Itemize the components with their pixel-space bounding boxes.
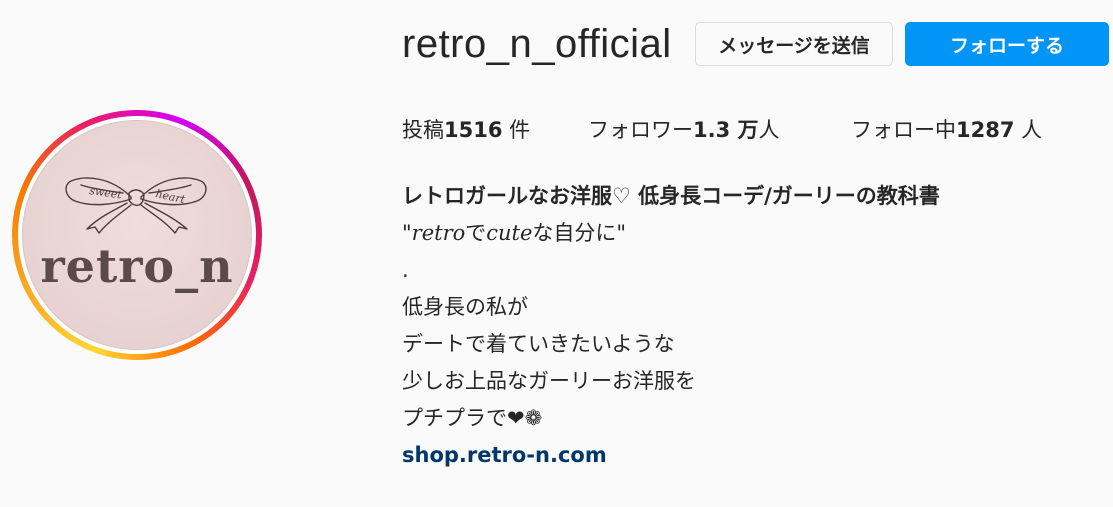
profile-username: retro_n_official xyxy=(402,22,672,66)
posts-label: 投稿 xyxy=(402,118,444,142)
bio-line-1: "retroでcuteな自分に" xyxy=(402,215,1102,252)
bio-website-link[interactable]: shop.retro-n.com xyxy=(402,443,607,467)
bio-line-1-end: な自分に" xyxy=(532,221,627,245)
posts-count-stat: 投稿1516 件 xyxy=(402,114,530,144)
avatar[interactable]: sweet heart retro_n xyxy=(22,120,252,350)
profile-page: sweet heart retro_n retro_n_official メッセ… xyxy=(0,0,1113,507)
avatar-logo-text: retro_n xyxy=(40,239,234,293)
following-count: 1287 xyxy=(956,118,1015,142)
follow-button[interactable]: フォローする xyxy=(905,22,1109,66)
bio-line-2: . xyxy=(402,258,409,282)
bio-line-5: 少しお上品なガーリーお洋服を xyxy=(402,369,696,393)
followers-count-stat[interactable]: フォロワー1.3 万人 xyxy=(588,114,780,144)
posts-suffix: 件 xyxy=(502,118,531,142)
posts-count: 1516 xyxy=(444,118,503,142)
bio-line-6: プチプラで❤︎❁ xyxy=(402,406,543,430)
ribbon-bow-icon: sweet heart xyxy=(65,177,207,234)
following-suffix: 人 xyxy=(1014,118,1043,142)
following-label: フォロー中 xyxy=(851,118,956,142)
bio-line-1-cute: cute xyxy=(486,221,533,245)
following-count-stat[interactable]: フォロー中1287 人 xyxy=(851,114,1042,144)
bio-line-1-de: で xyxy=(465,221,487,245)
bio-line-1-retro: retro xyxy=(411,221,466,245)
send-message-button[interactable]: メッセージを送信 xyxy=(695,22,893,66)
bio-line-4: デートで着ていきたいような xyxy=(402,332,675,356)
bio-line-3: 低身長の私が xyxy=(402,295,528,319)
story-ring[interactable]: sweet heart retro_n xyxy=(12,110,262,360)
followers-label: フォロワー xyxy=(588,118,693,142)
bio-line-1-quote: " xyxy=(402,221,412,245)
followers-count: 1.3 万 xyxy=(693,118,759,142)
profile-bio: レトロガールなお洋服♡ 低身長コーデ/ガーリーの教科書 "retroでcuteな… xyxy=(402,178,1102,474)
followers-suffix: 人 xyxy=(758,118,780,142)
bio-display-name: レトロガールなお洋服♡ 低身長コーデ/ガーリーの教科書 xyxy=(402,184,940,208)
